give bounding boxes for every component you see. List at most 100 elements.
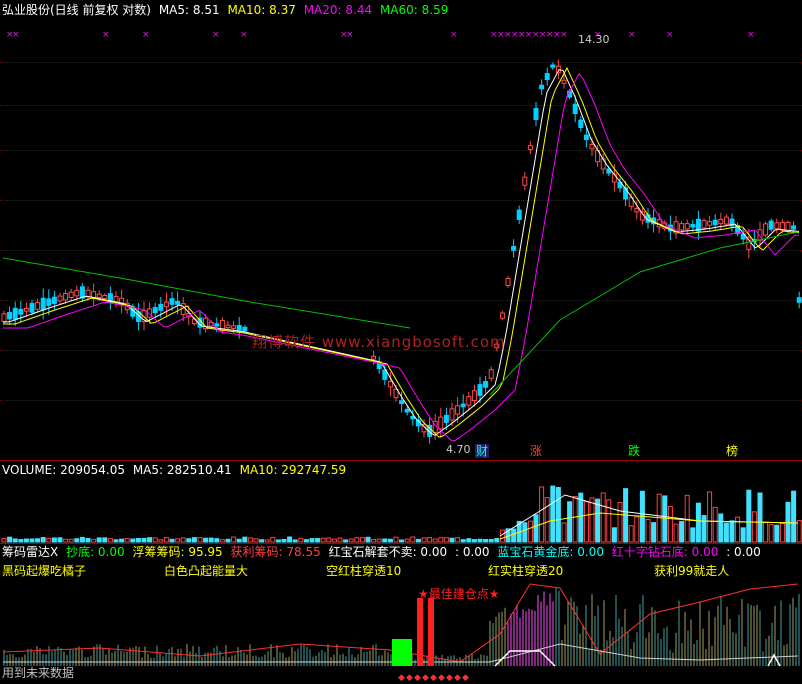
candle-body bbox=[455, 405, 461, 415]
huoli-value: 获利筹码: 78.55 bbox=[230, 545, 321, 559]
ma20-line bbox=[3, 73, 800, 442]
volume-bar bbox=[432, 538, 438, 543]
volume-bar bbox=[707, 491, 713, 543]
volume-bar bbox=[488, 538, 494, 543]
volume-bar bbox=[264, 539, 270, 543]
candle-body bbox=[225, 324, 231, 329]
best-entry-label: ★最佳建仓点★ bbox=[418, 587, 500, 601]
volume-bar bbox=[320, 537, 326, 543]
future-data-note: 用到未来数据 bbox=[2, 666, 75, 680]
volume-bar bbox=[712, 506, 718, 543]
volume-bar bbox=[51, 537, 57, 543]
chaodi-value: 抄底: 0.00 bbox=[66, 545, 125, 559]
volume-bar bbox=[23, 538, 29, 543]
volume-bar bbox=[186, 538, 192, 543]
candle-body bbox=[466, 396, 472, 406]
volume-bar bbox=[533, 514, 539, 543]
volume-bar bbox=[281, 538, 287, 543]
volume-bar bbox=[393, 536, 399, 543]
candle-body bbox=[438, 416, 444, 430]
volume-bar bbox=[231, 536, 237, 543]
volume-bar bbox=[107, 538, 113, 543]
volume-bar bbox=[466, 538, 472, 543]
volume-bar bbox=[673, 523, 679, 543]
event-tag-bang[interactable]: 榜 bbox=[726, 444, 738, 458]
low-price-value: 4.70 bbox=[446, 443, 471, 456]
volume-bar bbox=[343, 539, 349, 543]
volume-bar bbox=[169, 538, 175, 543]
top-cross-mark: × bbox=[747, 30, 755, 40]
volume-bar bbox=[371, 538, 377, 543]
candle-body bbox=[158, 303, 164, 311]
indicator-panel[interactable]: ◆ ◆ ◆ ◆ ◆ ◆ ◆ ◆ ◆ 筹码雷达X 抄底: 0.00 浮筹筹码: 95.95 获利筹… bbox=[0, 544, 802, 684]
candle-body bbox=[1, 313, 7, 322]
candle-body bbox=[578, 119, 584, 128]
volume-bar bbox=[270, 536, 276, 543]
green-energy-block bbox=[392, 639, 412, 666]
event-tag-cai[interactable]: 财 bbox=[475, 444, 490, 458]
volume-bar bbox=[746, 489, 752, 543]
candle-body bbox=[550, 64, 556, 68]
candle-body bbox=[175, 300, 181, 305]
candle-body bbox=[572, 103, 578, 115]
candle-body bbox=[690, 223, 696, 228]
red-solid-bar bbox=[417, 598, 423, 666]
diamond-marker: ◆ bbox=[462, 673, 469, 683]
top-cross-mark: × bbox=[666, 30, 674, 40]
candle-body bbox=[35, 301, 41, 310]
candle-body bbox=[527, 145, 533, 150]
candle-body bbox=[763, 223, 769, 236]
candle-body bbox=[544, 73, 550, 81]
event-tag-die[interactable]: 跌 bbox=[628, 444, 640, 458]
legend-huoli99: 获利99就走人 bbox=[654, 564, 730, 578]
volume-panel[interactable]: VOLUME: 209054.05 MA5: 282510.41 MA10: 2… bbox=[0, 461, 802, 544]
volume-bar bbox=[63, 538, 69, 543]
volume-bar bbox=[225, 538, 231, 543]
volume-bar bbox=[751, 511, 757, 543]
volume-header: VOLUME: 209054.05 MA5: 282510.41 MA10: 2… bbox=[2, 463, 350, 477]
candle-body bbox=[483, 381, 489, 388]
volume-bar bbox=[315, 538, 321, 543]
volume-bar bbox=[785, 501, 791, 543]
price-header: 弘业股份(日线 前复权 对数) MA5: 8.51 MA10: 8.37 MA2… bbox=[2, 3, 452, 17]
volume-bar bbox=[68, 538, 74, 543]
volume-bar bbox=[494, 538, 500, 543]
candlestick-chart[interactable]: ×× × × × × ×× × × × × × × × × × × × × × × × × bbox=[0, 0, 802, 460]
volume-bar bbox=[449, 537, 455, 543]
diamond-marker: ◆ bbox=[446, 673, 453, 683]
stock-title: 弘业股份(日线 前复权 对数) bbox=[2, 3, 151, 17]
top-cross-mark: × bbox=[142, 30, 150, 40]
candle-body bbox=[163, 301, 169, 308]
price-panel[interactable]: × × × × × × × × × × × × × × × × × × × × × × × × 弘业股份(日线 前复权 对数)… bbox=[0, 0, 802, 461]
volume-bar bbox=[718, 513, 724, 543]
event-tag-die-label: 跌 bbox=[628, 444, 641, 458]
blank-value-2: : 0.00 bbox=[726, 545, 761, 559]
candle-body bbox=[399, 400, 405, 405]
volume-bar bbox=[723, 522, 729, 543]
volume-bar bbox=[455, 537, 461, 543]
volume-bar bbox=[130, 538, 136, 543]
volume-bar bbox=[147, 537, 153, 543]
top-cross-mark: × bbox=[560, 30, 568, 40]
candle-body bbox=[169, 298, 175, 305]
volume-bar bbox=[298, 537, 304, 543]
volume-bar bbox=[662, 495, 668, 543]
volume-bar bbox=[242, 536, 248, 543]
volume-bar bbox=[214, 538, 220, 543]
candle-body bbox=[539, 84, 545, 90]
volume-bar bbox=[740, 527, 746, 543]
event-tag-zhang[interactable]: 涨 bbox=[530, 444, 542, 458]
volume-bar bbox=[175, 538, 181, 543]
volume-bar bbox=[74, 538, 80, 543]
volume-bar bbox=[102, 537, 108, 543]
diamond-marker: ◆ bbox=[398, 673, 405, 683]
volume-bar bbox=[79, 536, 85, 543]
candle-body bbox=[774, 222, 780, 230]
volume-bar bbox=[236, 538, 242, 543]
indicator-name: 筹码雷达X bbox=[2, 545, 59, 559]
volume-bar bbox=[247, 537, 253, 543]
top-cross-mark: × bbox=[450, 30, 458, 40]
volume-bar bbox=[667, 506, 673, 543]
volume-ma10-value: MA10: 292747.59 bbox=[239, 463, 347, 477]
volume-bar bbox=[219, 539, 225, 543]
